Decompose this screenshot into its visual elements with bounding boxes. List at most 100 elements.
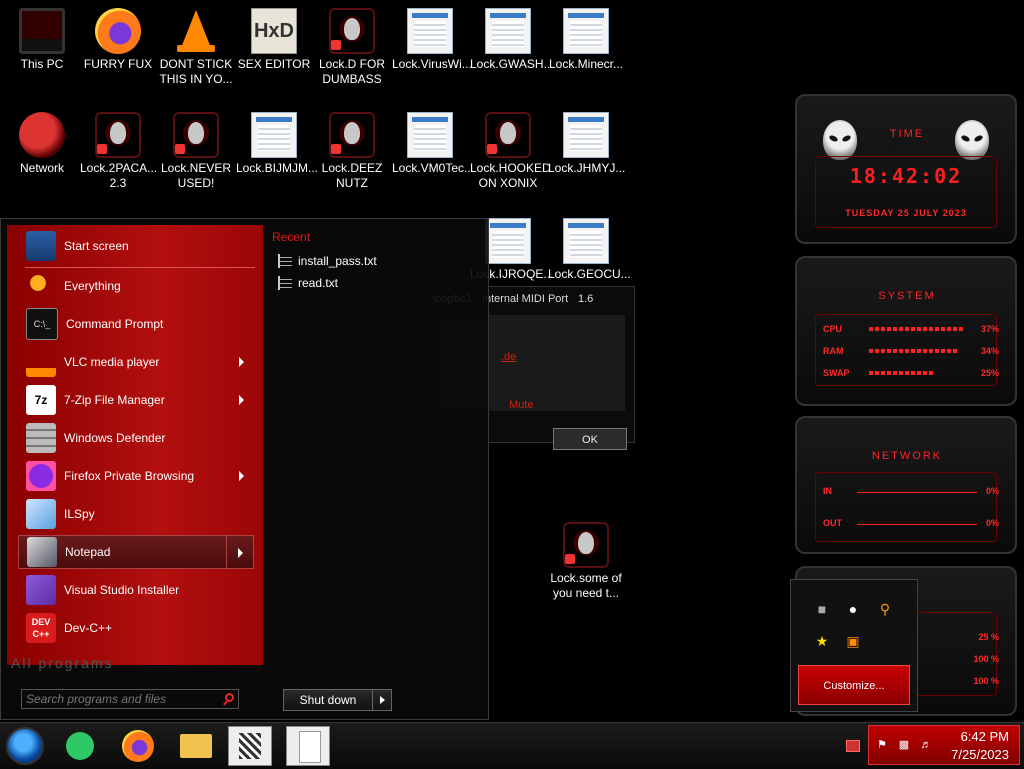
menu-separator [25, 267, 255, 268]
start-menu-item[interactable]: Notepad [18, 535, 254, 569]
submenu-arrow-icon[interactable] [239, 471, 244, 481]
start-menu-item[interactable]: 7z 7-Zip File Manager [18, 383, 254, 417]
customize-button[interactable]: Customize... [798, 665, 910, 705]
recent-item-install-pass[interactable]: install_pass.txt [278, 254, 377, 268]
desktop-icon[interactable]: Lock.GWASH... [470, 8, 554, 72]
desktop-icon-label: Lock.VM0Tec... [392, 161, 475, 175]
star-icon[interactable]: ★ [813, 632, 831, 650]
start-menu-item[interactable]: ILSpy [18, 497, 254, 531]
desktop-icon[interactable]: DONT STICK THIS IN YO... [158, 8, 234, 87]
desktop-icon[interactable]: Lock.NEVER USED! [158, 112, 234, 191]
ff-icon [95, 8, 141, 54]
desktop-icon[interactable]: HxD SEX EDITOR [236, 8, 312, 72]
start-menu-item-label: ILSpy [64, 507, 95, 521]
desktop-icon-label: SEX EDITOR [237, 57, 311, 71]
desktop-icon[interactable]: Lock.D FOR DUMBASS [314, 8, 390, 87]
desktop-icon-label: Network [19, 161, 64, 175]
network-out-row: OUT 0% [823, 518, 999, 528]
start-menu-item-label: Command Prompt [66, 317, 164, 331]
desktop-icon-label: Lock.Minecr... [548, 57, 624, 71]
desktop-icon[interactable]: Lock.HOOKED ON XONIX [470, 112, 551, 191]
dialog-ok-button[interactable]: OK [553, 428, 627, 450]
network-gadget[interactable]: NETWORK IN 0% OUT 0% [795, 416, 1017, 554]
start-menu-item[interactable]: VLC media player [18, 345, 254, 379]
desktop-icon[interactable]: Lock.VirusWi... [392, 8, 472, 72]
usb-icon[interactable]: ■ [813, 600, 831, 618]
desktop-icon[interactable]: Lock.JHMYJ... [548, 112, 625, 176]
desktop-icon[interactable]: Lock.BIJMJM... [236, 112, 318, 176]
system-gadget[interactable]: SYSTEM CPU 37% RAM 34% SWAP 25% [795, 256, 1017, 406]
clock-gadget[interactable]: TIME 18:42:02 TUESDAY 25 JULY 2023 [795, 94, 1017, 244]
drop-icon[interactable]: ● [844, 600, 862, 618]
start-search-box[interactable] [21, 689, 239, 709]
shutdown-button[interactable]: Shut down [283, 689, 373, 711]
desktop-icon[interactable]: Lock.Minecr... [548, 8, 624, 72]
taskbar-chat-app[interactable] [58, 726, 102, 766]
start-menu-item[interactable]: Firefox Private Browsing [18, 459, 254, 493]
locked-file-icon [329, 112, 375, 158]
clock-time: 18:42:02 [849, 164, 963, 188]
tray-clock-date[interactable]: 7/25/2023 [951, 747, 1009, 762]
desktop-icon[interactable]: Lock.GEOCU... [548, 218, 631, 282]
start-menu-item[interactable]: DEV C++ Dev-C++ [18, 611, 254, 645]
all-programs-button[interactable]: All programs [11, 655, 261, 671]
start-search-input[interactable] [26, 691, 216, 707]
volume-icon[interactable]: ♬ [919, 738, 933, 752]
start-screen-icon [26, 231, 56, 261]
drive-value: 100 % [973, 676, 999, 686]
desktop-icon-label: Lock.GEOCU... [548, 267, 631, 281]
start-menu-item[interactable]: Visual Studio Installer [18, 573, 254, 607]
window-file-icon [485, 8, 531, 54]
desktop-icon[interactable]: Lock.DEEZ NUTZ [314, 112, 390, 191]
vlc-icon [173, 8, 219, 54]
start-menu-item-label: Everything [64, 279, 121, 293]
network-in-value: 0% [985, 486, 999, 496]
taskbar-file-explorer[interactable] [174, 726, 218, 766]
start-menu-item-label: Visual Studio Installer [64, 583, 180, 597]
desktop-icon[interactable]: Lock.2PACA... 2.3 [80, 112, 157, 191]
start-menu-item[interactable]: C:\_ Command Prompt [18, 307, 254, 341]
network-icon[interactable]: ▩ [897, 738, 911, 752]
taskbar-firefox[interactable] [116, 726, 160, 766]
recent-item-read[interactable]: read.txt [278, 276, 338, 290]
shutdown-options-button[interactable] [372, 689, 392, 711]
tray-overflow-button[interactable] [846, 740, 860, 752]
document-icon [299, 731, 321, 763]
text-file-icon [278, 276, 292, 290]
submenu-arrow-icon[interactable] [239, 395, 244, 405]
network-in-label: IN [823, 486, 832, 496]
locked-file-icon [485, 112, 531, 158]
window-file-icon [407, 8, 453, 54]
start-menu-item[interactable]: Everything [18, 269, 254, 303]
desktop-icon[interactable]: Network [4, 112, 80, 176]
desktop-icon[interactable]: Lock.VM0Tec... [392, 112, 475, 176]
dialog-mute-checkbox[interactable]: Mute [509, 399, 533, 411]
desktop-icon[interactable]: FURRY FUX [80, 8, 156, 72]
taskbar-document-window[interactable] [286, 726, 330, 766]
submenu-arrow-icon[interactable] [239, 357, 244, 367]
system-stat-row: RAM 34% [823, 346, 999, 356]
locked-file-icon [563, 522, 609, 568]
taskbar-game-window[interactable] [228, 726, 272, 766]
tray-clock-time[interactable]: 6:42 PM [961, 729, 1009, 744]
search-icon[interactable] [225, 693, 234, 702]
desktop-icon[interactable]: Lock.some of you need t... [548, 522, 624, 601]
desktop-icon-label: This PC [20, 57, 64, 71]
defender-wall-icon [26, 423, 56, 453]
dialog-website-link[interactable]: .de [501, 351, 516, 363]
system-stat-value: 25% [980, 368, 999, 378]
action-center-flag-icon[interactable]: ⚑ [875, 738, 889, 752]
search-icon[interactable]: ⚲ [876, 600, 894, 618]
start-orb-button[interactable] [6, 727, 44, 765]
start-menu-item[interactable]: Windows Defender [18, 421, 254, 455]
desktop-icon[interactable]: This PC [4, 8, 80, 72]
start-menu-item[interactable]: Start screen [18, 229, 254, 263]
system-stat-value: 37% [980, 324, 999, 334]
start-menu-item-label: Notepad [65, 545, 111, 559]
system-stat-bar [869, 327, 965, 331]
tray-overflow-flyout: ■ ● ⚲ ★ ▣ Customize... [790, 579, 918, 712]
locked-file-icon [329, 8, 375, 54]
tool-icon[interactable]: ▣ [844, 632, 862, 650]
submenu-arrow-icon[interactable] [238, 548, 243, 558]
desktop-icon-label: Lock.HOOKED ON XONIX [470, 161, 551, 190]
